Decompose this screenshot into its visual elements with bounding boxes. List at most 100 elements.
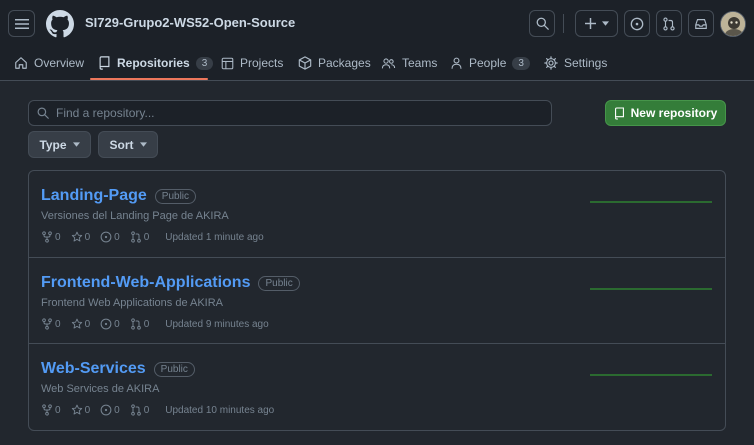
prs-value: 0 [143, 231, 150, 243]
activity-sparkline [590, 201, 712, 203]
list-item: Web-Services Public Web Services de AKIR… [29, 343, 725, 430]
forks-count[interactable]: 0 [41, 318, 61, 330]
search-input[interactable] [56, 106, 536, 120]
github-logo[interactable] [46, 10, 74, 38]
repo-icon [614, 106, 624, 120]
search-icon [37, 107, 49, 119]
caret-down-icon [601, 21, 609, 26]
star-icon [71, 231, 82, 242]
tab-repositories[interactable]: Repositories 3 [98, 52, 214, 74]
search-button[interactable] [529, 10, 555, 37]
search-icon [536, 17, 549, 30]
activity-sparkline [590, 374, 712, 376]
pull-requests-count[interactable]: 0 [130, 318, 150, 330]
repo-name-link[interactable]: Frontend-Web-Applications [41, 274, 250, 292]
issues-value: 0 [114, 318, 120, 330]
prs-value: 0 [143, 404, 150, 416]
person-icon [451, 57, 462, 69]
tab-people[interactable]: People 3 [450, 52, 530, 74]
hamburger-menu-button[interactable] [8, 10, 35, 37]
gear-icon [544, 56, 558, 70]
visibility-badge: Public [153, 361, 195, 377]
table-icon [221, 57, 234, 69]
tab-label: Packages [318, 56, 371, 70]
stars-value: 0 [84, 404, 91, 416]
stars-count[interactable]: 0 [71, 404, 91, 416]
updated-time: Updated 10 minutes ago [165, 404, 275, 416]
caret-down-icon [72, 142, 80, 147]
issues-value: 0 [114, 231, 120, 243]
prs-value: 0 [143, 318, 150, 330]
tab-label: People [469, 56, 507, 70]
issues-button[interactable] [624, 10, 650, 37]
pull-requests-count[interactable]: 0 [130, 231, 150, 243]
repository-list: Landing-Page Public Versiones del Landin… [28, 170, 726, 431]
new-repository-label: New repository [630, 106, 718, 120]
tab-label: Settings [564, 56, 608, 70]
pull-requests-count[interactable]: 0 [130, 404, 150, 416]
pull-requests-button[interactable] [656, 10, 682, 37]
tab-label: Repositories [117, 56, 190, 70]
forks-value: 0 [55, 404, 61, 416]
sort-filter-label: Sort [109, 137, 134, 152]
forks-value: 0 [55, 231, 61, 243]
issue-icon [100, 231, 112, 243]
fork-icon [42, 318, 52, 330]
updated-time: Updated 9 minutes ago [165, 318, 269, 330]
top-header: SI729-Grupo2-WS52-Open-Source Overview R… [0, 0, 754, 81]
visibility-badge: Public [154, 188, 197, 204]
stars-count[interactable]: 0 [71, 318, 91, 330]
tab-label: Teams [402, 56, 438, 70]
list-item: Landing-Page Public Versiones del Landin… [29, 171, 725, 258]
avatar[interactable] [720, 11, 746, 37]
tab-label: Overview [34, 56, 85, 70]
list-item: Frontend-Web-Applications Public Fronten… [29, 257, 725, 344]
create-new-button[interactable] [575, 10, 618, 37]
repo-search[interactable] [28, 100, 552, 126]
visibility-badge: Public [258, 275, 300, 291]
issues-count[interactable]: 0 [100, 318, 120, 330]
stars-value: 0 [84, 318, 91, 330]
header-divider [563, 14, 564, 33]
star-icon [71, 404, 82, 415]
tab-label: Projects [240, 56, 284, 70]
repo-name-link[interactable]: Landing-Page [41, 187, 147, 205]
tab-projects[interactable]: Projects [221, 52, 283, 74]
forks-count[interactable]: 0 [41, 231, 61, 243]
tab-settings[interactable]: Settings [544, 52, 607, 74]
tab-overview[interactable]: Overview [14, 52, 84, 74]
sort-filter-button[interactable]: Sort [98, 131, 158, 158]
issues-count[interactable]: 0 [100, 404, 120, 416]
active-tab-underline [90, 78, 208, 80]
forks-count[interactable]: 0 [41, 404, 61, 416]
pull-request-icon [130, 231, 141, 243]
plus-icon [584, 18, 596, 29]
pull-request-icon [663, 16, 675, 31]
stars-value: 0 [84, 231, 91, 243]
repo-description: Frontend Web Applications de AKIRA [41, 297, 224, 309]
repo-count-badge: 3 [195, 56, 214, 70]
home-icon [15, 57, 27, 69]
fork-icon [42, 231, 52, 243]
tab-packages[interactable]: Packages [298, 52, 371, 74]
stars-count[interactable]: 0 [71, 231, 91, 243]
repo-icon [99, 56, 110, 70]
activity-sparkline [590, 288, 712, 290]
tab-teams[interactable]: Teams [381, 52, 437, 74]
org-name[interactable]: SI729-Grupo2-WS52-Open-Source [85, 15, 295, 30]
star-icon [71, 318, 82, 329]
issue-icon [630, 17, 644, 30]
people-count-badge: 3 [512, 56, 530, 70]
fork-icon [42, 404, 52, 416]
inbox-button[interactable] [688, 10, 714, 37]
repo-name-link[interactable]: Web-Services [41, 360, 146, 378]
inbox-icon [695, 18, 707, 29]
issue-icon [100, 318, 112, 330]
issues-count[interactable]: 0 [100, 231, 120, 243]
pull-request-icon [130, 318, 141, 330]
new-repository-button[interactable]: New repository [605, 100, 726, 126]
type-filter-label: Type [39, 137, 67, 152]
package-icon [298, 56, 312, 70]
type-filter-button[interactable]: Type [28, 131, 91, 158]
hamburger-icon [14, 18, 29, 29]
